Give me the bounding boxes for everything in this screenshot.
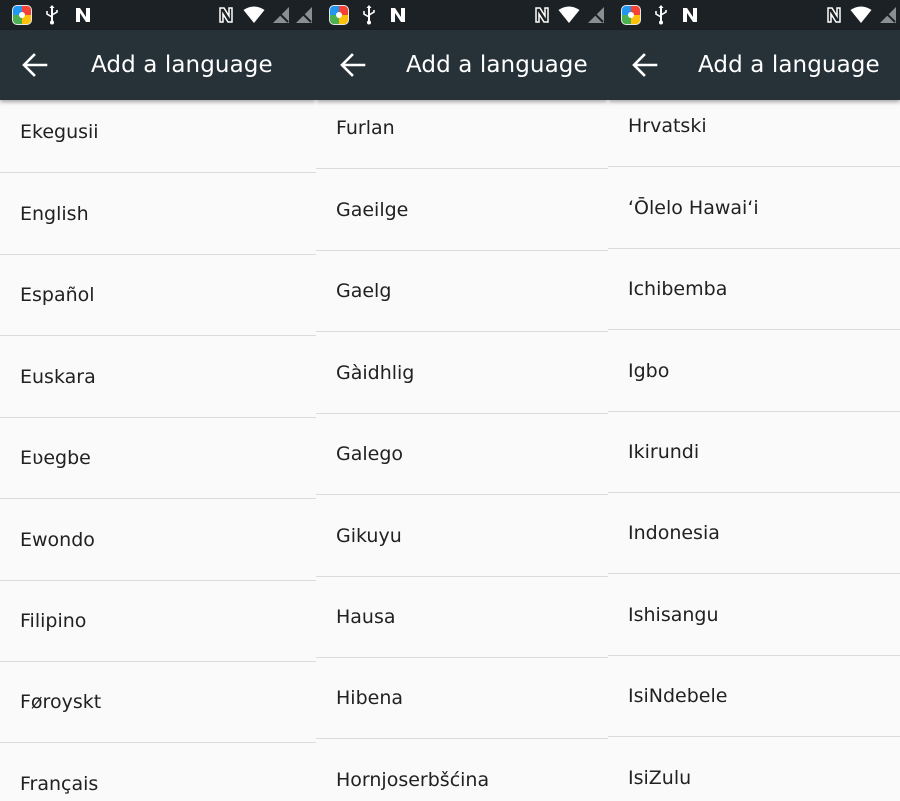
language-item[interactable]: Hibena	[316, 658, 608, 739]
language-item[interactable]: Gaeilge	[316, 170, 608, 251]
usb-icon	[46, 5, 58, 25]
language-item[interactable]: Igbo	[608, 331, 900, 412]
page-title: Add a language	[406, 52, 588, 78]
language-item[interactable]: Euskara	[0, 337, 316, 418]
language-name: Hausa	[336, 606, 396, 628]
language-name: Ikirundi	[628, 441, 700, 463]
nfc-icon	[535, 7, 549, 23]
wifi-icon	[243, 6, 265, 23]
language-item[interactable]: Furlan	[316, 88, 608, 169]
language-name: Gàidhlig	[336, 362, 415, 384]
status-bar	[0, 0, 316, 30]
language-item[interactable]: Ekegusii	[0, 92, 316, 173]
no-signal-icon	[880, 7, 896, 23]
language-item[interactable]: Gikuyu	[316, 496, 608, 577]
language-name: Filipino	[20, 610, 87, 632]
language-name: Français	[20, 773, 99, 795]
language-item[interactable]: Hornjoserbšćina	[316, 740, 608, 801]
language-name: Ewondo	[20, 529, 95, 551]
language-item[interactable]: Filipino	[0, 581, 316, 662]
nfc-icon	[219, 7, 233, 23]
app-bar: Add a language	[0, 30, 316, 100]
language-item[interactable]: Ishisangu	[608, 575, 900, 656]
language-panel-2: Add a language Furlan Gaeilge Gaelg Gàid…	[316, 0, 608, 801]
language-name: Galego	[336, 443, 404, 465]
language-item[interactable]: Gàidhlig	[316, 333, 608, 414]
language-panel-3: Add a language Hrvatski ʻŌlelo Hawaiʻi I…	[608, 0, 900, 801]
language-item[interactable]: Gaelg	[316, 251, 608, 332]
status-bar	[316, 0, 608, 30]
language-list: Hrvatski ʻŌlelo Hawaiʻi Ichibemba Igbo I…	[608, 100, 900, 801]
nfc-icon	[683, 8, 697, 22]
language-name: Igbo	[628, 360, 670, 382]
language-name: Indonesia	[628, 522, 720, 544]
app-icon	[12, 5, 32, 25]
language-item[interactable]: Galego	[316, 414, 608, 495]
no-signal-icon	[296, 7, 312, 23]
arrow-left-icon[interactable]	[630, 51, 660, 79]
language-name: Ishisangu	[628, 604, 719, 626]
page-title: Add a language	[698, 52, 880, 78]
language-item[interactable]: IsiNdebele	[608, 656, 900, 737]
language-item[interactable]: Hausa	[316, 577, 608, 658]
arrow-left-icon[interactable]	[338, 51, 368, 79]
status-bar	[608, 0, 900, 30]
language-name: Gikuyu	[336, 525, 402, 547]
app-bar: Add a language	[608, 30, 900, 100]
nfc-icon	[827, 7, 841, 23]
usb-icon	[363, 5, 375, 25]
language-item[interactable]: Español	[0, 255, 316, 336]
language-name: Gaeilge	[336, 199, 409, 221]
language-name: IsiNdebele	[628, 685, 728, 707]
wifi-icon	[558, 6, 580, 23]
language-item[interactable]: Ewondo	[0, 500, 316, 581]
language-name: Hornjoserbšćina	[336, 769, 490, 791]
language-name: Ichibemba	[628, 278, 728, 300]
language-item[interactable]: Føroyskt	[0, 662, 316, 743]
language-name: Furlan	[336, 117, 395, 139]
app-icon	[621, 5, 641, 25]
language-name: Euskara	[20, 366, 96, 388]
language-name: Gaelg	[336, 280, 392, 302]
language-name: IsiZulu	[628, 767, 692, 789]
language-list: Furlan Gaeilge Gaelg Gàidhlig Galego Gik…	[316, 100, 608, 801]
no-signal-icon	[273, 7, 289, 23]
app-icon	[329, 5, 349, 25]
language-list: Ekegusii English Español Euskara Eʋegbe …	[0, 100, 316, 801]
language-name: ʻŌlelo Hawaiʻi	[628, 197, 759, 219]
usb-icon	[655, 5, 667, 25]
nfc-icon	[76, 8, 90, 22]
language-item[interactable]: Eʋegbe	[0, 418, 316, 499]
no-signal-icon	[588, 7, 604, 23]
language-name: Hibena	[336, 687, 404, 709]
language-name: English	[20, 203, 89, 225]
language-name: Español	[20, 284, 95, 306]
wifi-icon	[850, 6, 872, 23]
language-item[interactable]: Français	[0, 744, 316, 801]
language-name: Eʋegbe	[20, 447, 91, 469]
app-bar: Add a language	[316, 30, 608, 100]
language-item[interactable]: ʻŌlelo Hawaiʻi	[608, 168, 900, 249]
language-name: Ekegusii	[20, 121, 99, 143]
arrow-left-icon[interactable]	[20, 51, 50, 79]
language-item[interactable]: Ichibemba	[608, 249, 900, 330]
language-item[interactable]: Indonesia	[608, 493, 900, 574]
language-name: Føroyskt	[20, 691, 102, 713]
language-name: Hrvatski	[628, 115, 707, 137]
language-item[interactable]: English	[0, 174, 316, 255]
page-title: Add a language	[91, 52, 273, 78]
language-item[interactable]: Ikirundi	[608, 412, 900, 493]
language-panel-1: Add a language Ekegusii English Español …	[0, 0, 316, 801]
nfc-icon	[391, 8, 405, 22]
language-item[interactable]: IsiZulu	[608, 738, 900, 801]
